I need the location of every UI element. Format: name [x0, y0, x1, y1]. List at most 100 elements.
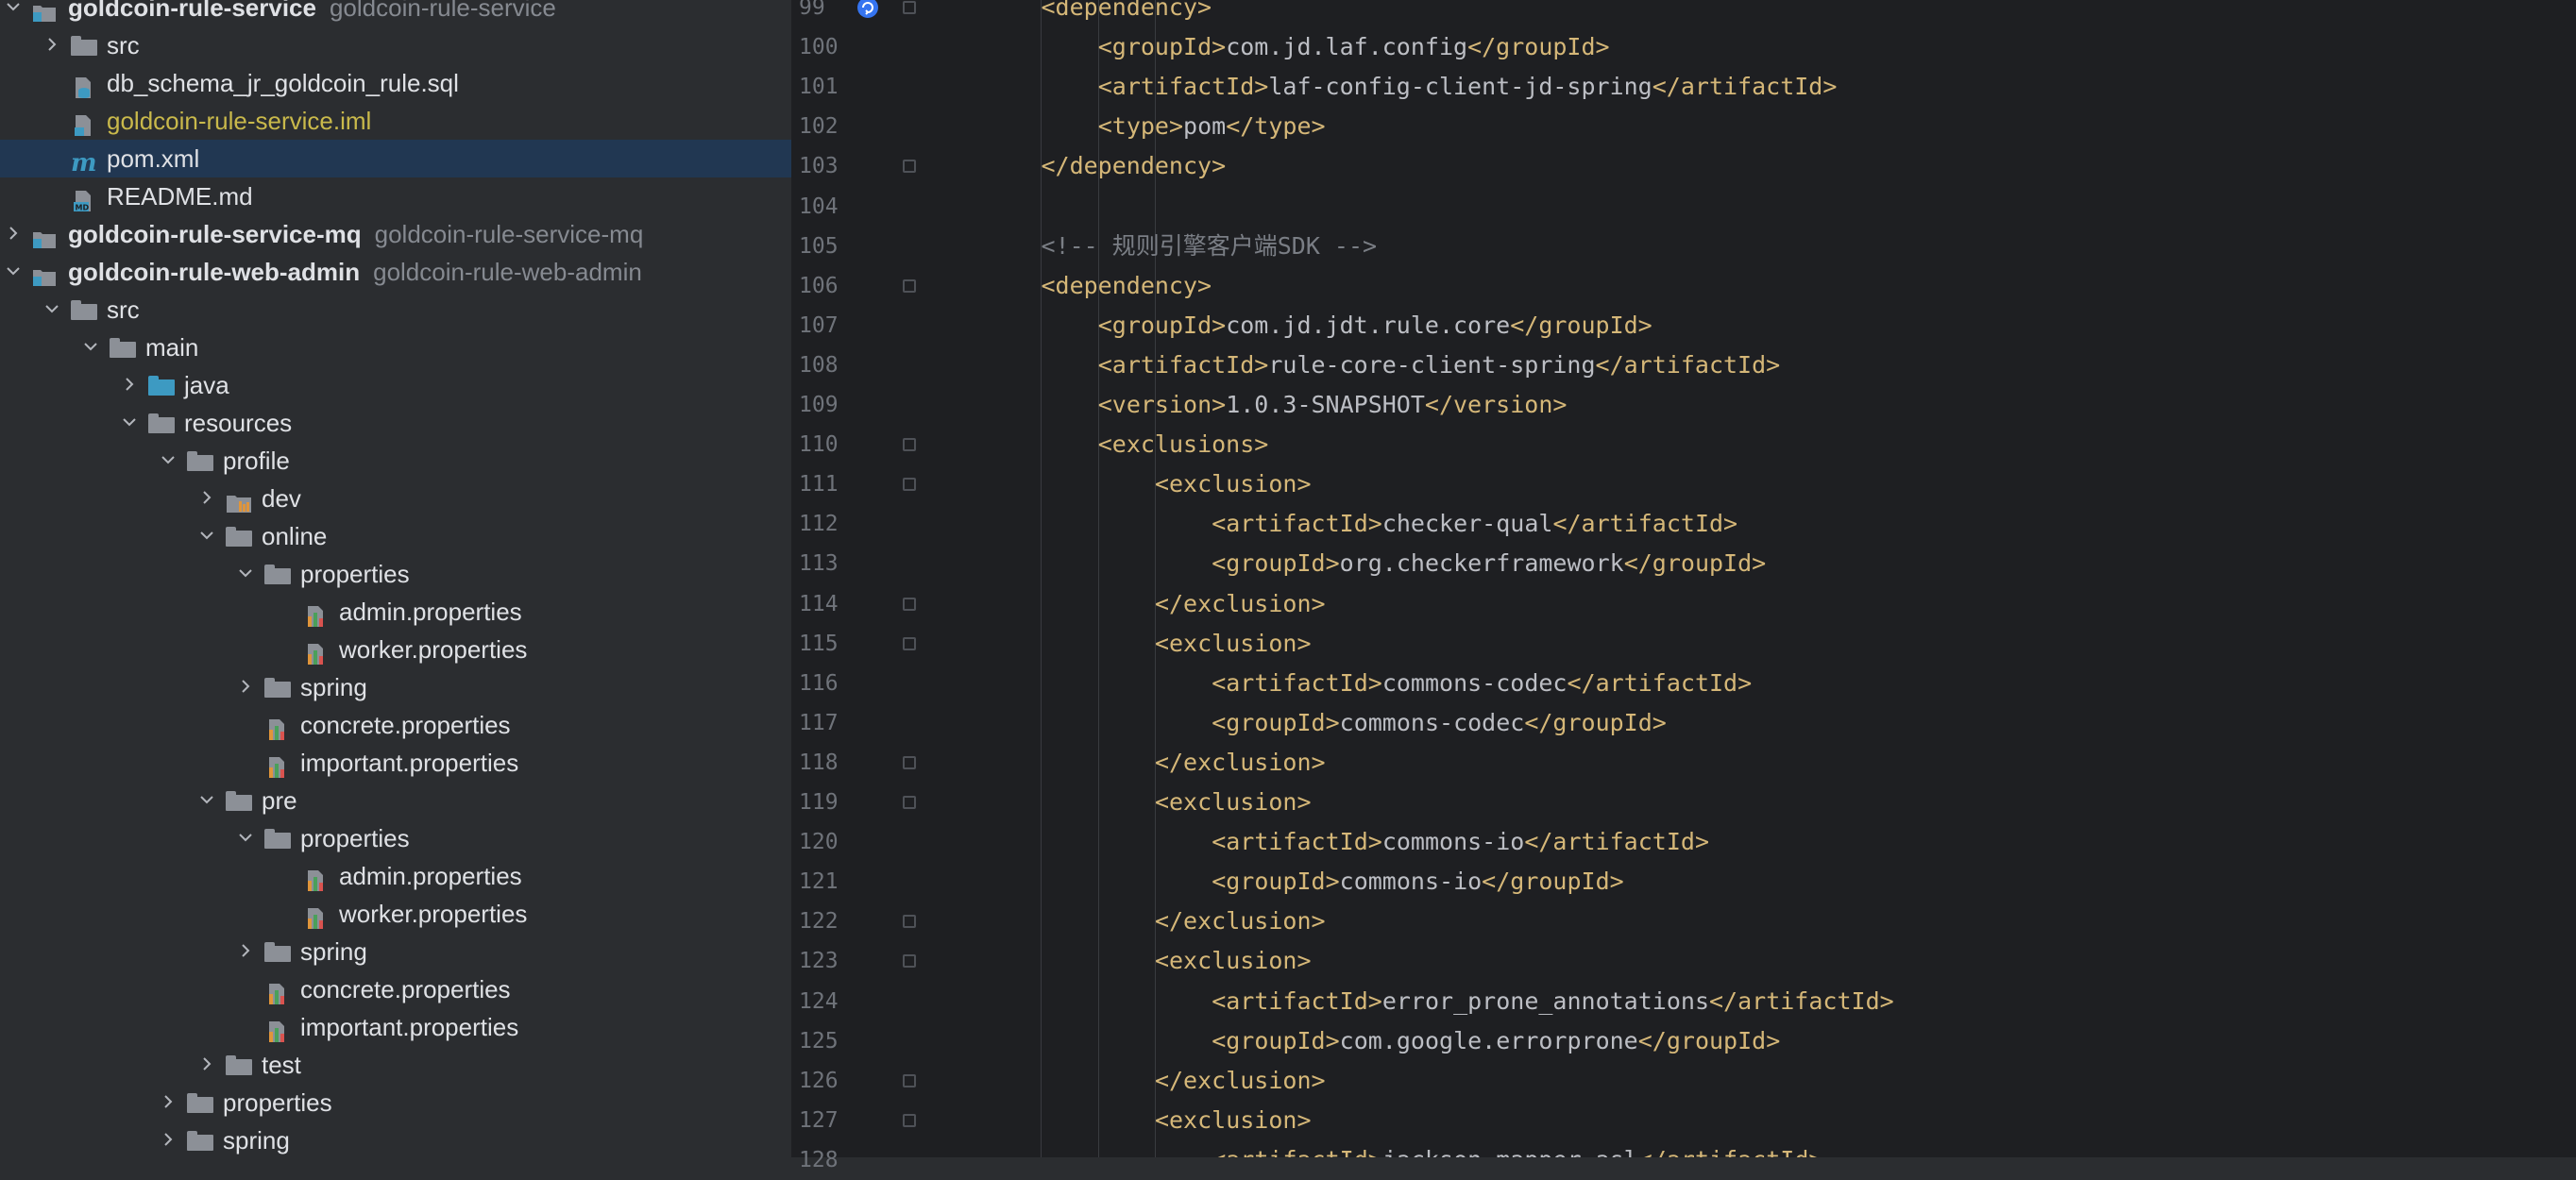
- tree-row[interactable]: profile: [0, 442, 791, 480]
- code-line[interactable]: </exclusion>: [1155, 1061, 1326, 1101]
- chevron-down-icon[interactable]: [2, 0, 25, 26]
- tree-row[interactable]: goldcoin-rule-service-mq goldcoin-rule-se…: [0, 215, 791, 253]
- gutter-line[interactable]: 112: [793, 504, 916, 544]
- gutter-line[interactable]: 116: [793, 664, 916, 703]
- fold-marker-icon[interactable]: [903, 1113, 916, 1127]
- gutter-line[interactable]: 121: [793, 862, 916, 902]
- tree-row[interactable]: concrete.properties: [0, 706, 791, 744]
- tree-row[interactable]: admin.properties: [0, 593, 791, 631]
- tree-row[interactable]: online: [0, 517, 791, 555]
- code-line[interactable]: <groupId>commons-io</groupId>: [1212, 862, 1624, 902]
- gutter-line[interactable]: 105: [793, 227, 916, 266]
- gutter-line[interactable]: 113: [793, 544, 916, 583]
- tree-row[interactable]: db_schema_jr_goldcoin_rule.sql: [0, 64, 791, 102]
- code-line[interactable]: </exclusion>: [1155, 902, 1326, 941]
- chevron-down-icon[interactable]: [118, 404, 141, 442]
- fold-marker-icon[interactable]: [903, 438, 916, 452]
- code-line[interactable]: <exclusion>: [1155, 783, 1312, 822]
- tree-row[interactable]: goldcoin-rule-service.iml: [0, 102, 791, 140]
- code-line[interactable]: <artifactId>commons-codec</artifactId>: [1212, 664, 1752, 703]
- code-line[interactable]: </dependency>: [1041, 146, 1226, 186]
- tree-row[interactable]: java: [0, 366, 791, 404]
- gutter-line[interactable]: 115: [793, 624, 916, 664]
- gutter-line[interactable]: 119: [793, 783, 916, 822]
- code-line[interactable]: <artifactId>laf-config-client-jd-spring<…: [1098, 67, 1838, 107]
- code-line[interactable]: <groupId>com.jd.jdt.rule.core</groupId>: [1098, 306, 1652, 346]
- code-line[interactable]: <dependency>: [1041, 266, 1212, 306]
- code-line[interactable]: <artifactId>checker-qual</artifactId>: [1212, 504, 1737, 544]
- gutter-line[interactable]: 108: [793, 346, 916, 385]
- tree-row[interactable]: goldcoin-rule-service goldcoin-rule-servi…: [0, 0, 791, 26]
- tree-row[interactable]: important.properties: [0, 1008, 791, 1046]
- chevron-down-icon[interactable]: [234, 555, 257, 593]
- chevron-down-icon[interactable]: [41, 291, 63, 329]
- gutter-line[interactable]: 102: [793, 107, 916, 146]
- tree-row[interactable]: goldcoin-rule-web-admin goldcoin-rule-web…: [0, 253, 791, 291]
- fold-marker-icon[interactable]: [903, 478, 916, 492]
- code-line[interactable]: <groupId>org.checkerframework</groupId>: [1212, 544, 1766, 583]
- fold-marker-icon[interactable]: [903, 915, 916, 929]
- gutter-line[interactable]: 100: [793, 27, 916, 67]
- code-line[interactable]: <artifactId>commons-io</artifactId>: [1212, 822, 1709, 862]
- fold-marker-icon[interactable]: [903, 160, 916, 174]
- code-line[interactable]: <groupId>com.jd.laf.config</groupId>: [1098, 27, 1610, 67]
- code-line[interactable]: <groupId>commons-codec</groupId>: [1212, 703, 1667, 743]
- gutter-line[interactable]: 117: [793, 703, 916, 743]
- tree-row[interactable]: worker.properties: [0, 631, 791, 668]
- gutter-line[interactable]: 107: [793, 306, 916, 346]
- gutter-line[interactable]: 111: [793, 464, 916, 504]
- tree-row[interactable]: properties: [0, 555, 791, 593]
- gutter-line[interactable]: 104: [793, 187, 916, 227]
- gutter-line[interactable]: 124: [793, 982, 916, 1021]
- chevron-right-icon[interactable]: [234, 933, 257, 970]
- chevron-down-icon[interactable]: [234, 819, 257, 857]
- gutter-line[interactable]: 110: [793, 425, 916, 464]
- gutter-line[interactable]: 114: [793, 584, 916, 624]
- gutter-line[interactable]: 127: [793, 1101, 916, 1140]
- gutter-line[interactable]: 103: [793, 146, 916, 186]
- gutter-line[interactable]: 120: [793, 822, 916, 862]
- code-line[interactable]: </exclusion>: [1155, 584, 1326, 624]
- gutter-line[interactable]: 109: [793, 385, 916, 425]
- code-line[interactable]: <artifactId>jackson-mapper-asl</artifact…: [1212, 1140, 1822, 1157]
- tree-row[interactable]: concrete.properties: [0, 970, 791, 1008]
- chevron-down-icon[interactable]: [2, 253, 25, 291]
- chevron-right-icon[interactable]: [234, 668, 257, 706]
- code-line[interactable]: </exclusion>: [1155, 743, 1326, 783]
- fold-marker-icon[interactable]: [903, 755, 916, 769]
- gutter-line[interactable]: 125: [793, 1021, 916, 1061]
- tree-row[interactable]: resources: [0, 404, 791, 442]
- gutter-line[interactable]: 101: [793, 67, 916, 107]
- chevron-right-icon[interactable]: [195, 1046, 218, 1084]
- chevron-right-icon[interactable]: [2, 215, 25, 253]
- fold-marker-icon[interactable]: [903, 597, 916, 611]
- gutter-line[interactable]: 126: [793, 1061, 916, 1101]
- tree-row[interactable]: MD README.md: [0, 177, 791, 215]
- code-line[interactable]: <type>pom</type>: [1098, 107, 1326, 146]
- code-line[interactable]: <exclusion>: [1155, 1101, 1312, 1140]
- fold-marker-icon[interactable]: [903, 278, 916, 293]
- chevron-down-icon[interactable]: [79, 329, 102, 366]
- fold-marker-icon[interactable]: [903, 1, 916, 14]
- chevron-right-icon[interactable]: [157, 1121, 179, 1157]
- chevron-right-icon[interactable]: [41, 26, 63, 64]
- tree-row[interactable]: dev: [0, 480, 791, 517]
- code-line[interactable]: <!-- 规则引擎客户端SDK -->: [1041, 227, 1377, 266]
- gutter-line[interactable]: 123: [793, 941, 916, 981]
- code-line[interactable]: <version>1.0.3-SNAPSHOT</version>: [1098, 385, 1568, 425]
- gutter-line[interactable]: 106: [793, 266, 916, 306]
- tree-row[interactable]: important.properties: [0, 744, 791, 782]
- fold-marker-icon[interactable]: [903, 1073, 916, 1087]
- tree-row[interactable]: src: [0, 26, 791, 64]
- tree-row[interactable]: m pom.xml: [0, 140, 791, 177]
- tree-row[interactable]: spring: [0, 668, 791, 706]
- tree-row[interactable]: admin.properties: [0, 857, 791, 895]
- project-tree-panel[interactable]: goldcoin-rule-service goldcoin-rule-servi…: [0, 0, 791, 1157]
- gutter-line[interactable]: 128: [793, 1140, 916, 1180]
- tree-row[interactable]: properties: [0, 1084, 791, 1121]
- fold-marker-icon[interactable]: [903, 796, 916, 809]
- tree-row[interactable]: spring: [0, 933, 791, 970]
- tree-row[interactable]: pre: [0, 782, 791, 819]
- code-line[interactable]: <exclusion>: [1155, 941, 1312, 981]
- tree-row[interactable]: src: [0, 291, 791, 329]
